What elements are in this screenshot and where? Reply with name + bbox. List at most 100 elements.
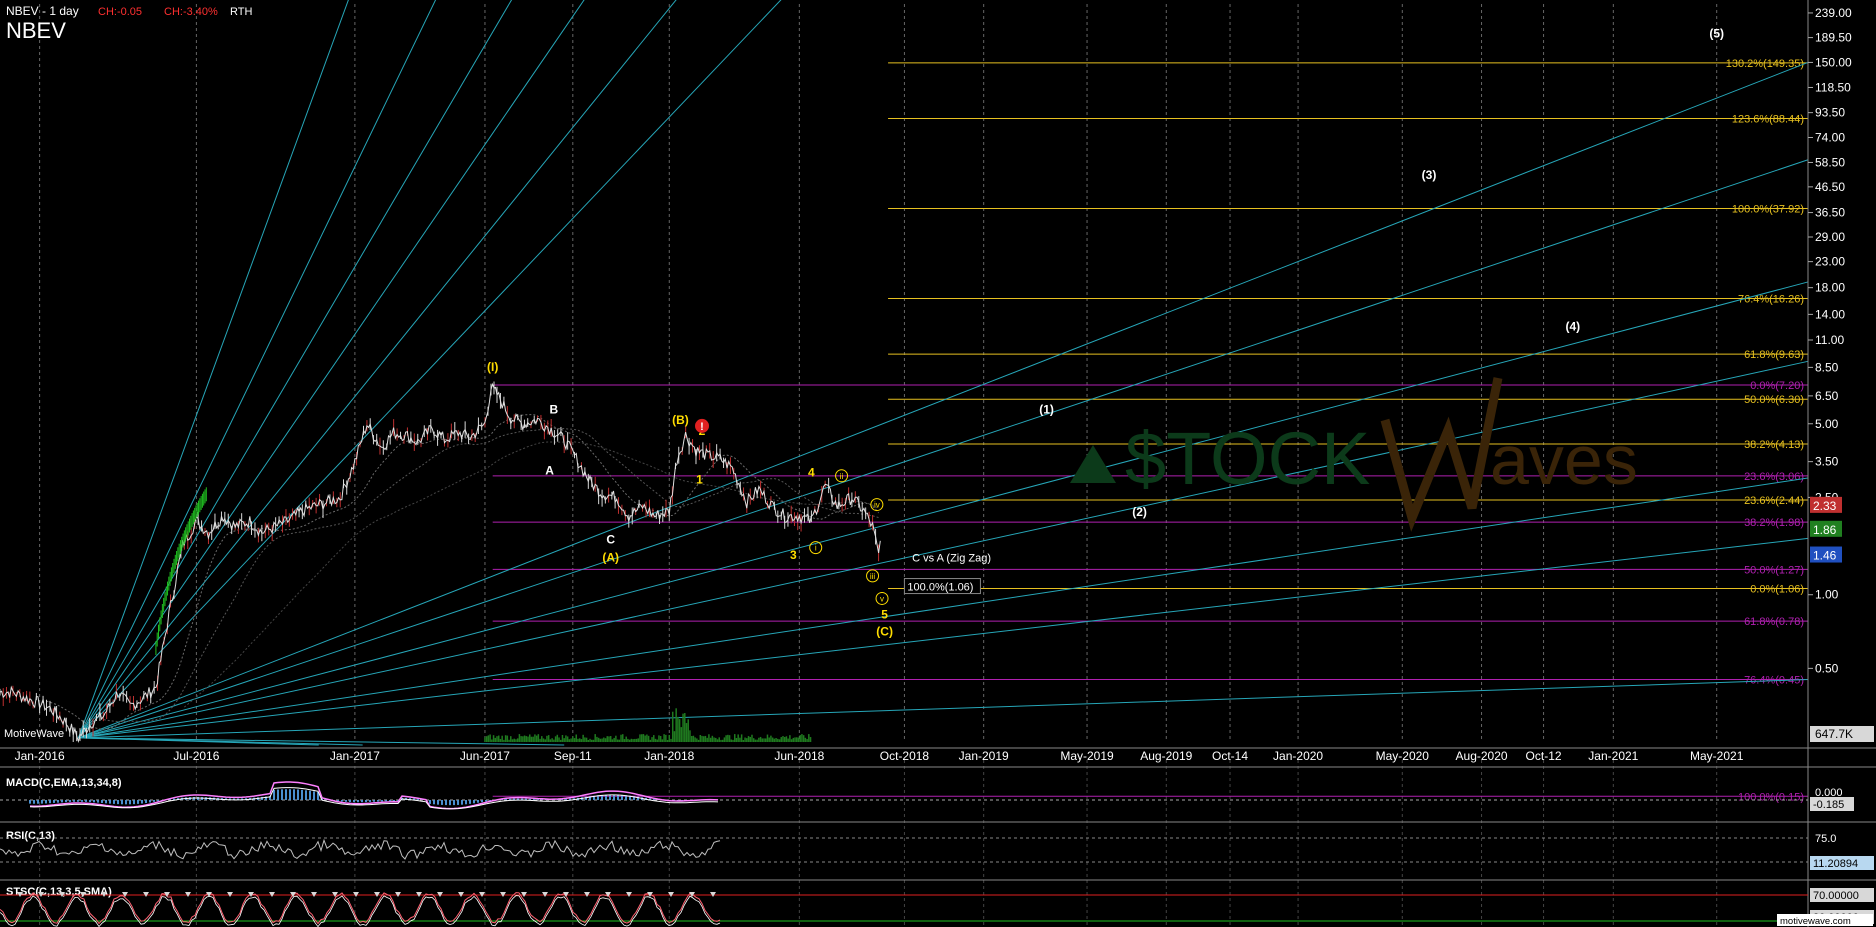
x-tick-label: Oct-2018 xyxy=(880,749,930,763)
y-tick-label: 93.50 xyxy=(1815,106,1845,120)
fan-line xyxy=(77,0,585,739)
grid xyxy=(39,4,1718,927)
symbol-line: NBEV - 1 day xyxy=(6,4,79,18)
volume-tag: 647.7K xyxy=(1815,727,1853,741)
fib-label-magenta: 50.0%(1.27) xyxy=(1744,564,1804,576)
watermark-aves-text: aves xyxy=(1490,421,1638,499)
fan-line xyxy=(77,0,513,739)
y-tick-label: 36.50 xyxy=(1815,206,1845,220)
x-tick-label: Jun-2018 xyxy=(774,749,824,763)
y-tick-label: 5.00 xyxy=(1815,417,1839,431)
y-tick-label: 118.50 xyxy=(1815,80,1851,94)
fib-label-yellow: 76.4%(16.26) xyxy=(1738,293,1804,305)
y-tick-label: 189.50 xyxy=(1815,31,1852,45)
fib-label-magenta: 0.0%(7.20) xyxy=(1750,380,1804,392)
wave-label: (1) xyxy=(1039,403,1054,417)
y-tick-label: 46.50 xyxy=(1815,180,1845,194)
wave-label: (2) xyxy=(1132,505,1147,519)
y-tick-label: 3.50 xyxy=(1815,455,1839,469)
x-tick-label: Jan-2017 xyxy=(330,749,380,763)
wave-label: (B) xyxy=(672,413,689,427)
x-tick-label: May-2020 xyxy=(1376,749,1430,763)
big-symbol: NBEV xyxy=(6,18,66,43)
wave-label: 1 xyxy=(696,472,703,486)
circled-wave-label: iii xyxy=(870,572,876,581)
macd-label: MACD(C,EMA,13,34,8) xyxy=(6,777,122,789)
y-tick-label: 1.00 xyxy=(1815,588,1839,602)
rsi-level: 75.0 xyxy=(1815,833,1836,845)
fib-label-yellow: 23.6%(2.44) xyxy=(1744,495,1804,507)
x-tick-label: Jan-2018 xyxy=(644,749,694,763)
wave-label: (A) xyxy=(602,550,619,564)
fib-label-magenta: 61.8%(0.78) xyxy=(1744,616,1804,628)
fan-line xyxy=(77,0,677,739)
y-tick-label: 150.00 xyxy=(1815,55,1852,69)
fib-label-yellow: 50.0%(6.30) xyxy=(1744,394,1804,406)
fib-box-label: 100.0%(1.06) xyxy=(907,582,973,594)
moving-average xyxy=(99,427,879,723)
fib-label-magenta: 100.0%(0.15) xyxy=(1738,791,1804,803)
price-line xyxy=(0,382,881,744)
annotation-c-vs-a: C vs A (Zig Zag) xyxy=(912,552,991,564)
fan-line xyxy=(78,537,1809,739)
change-abs: CH:-0.05 xyxy=(98,6,142,18)
y-tick-label: 29.00 xyxy=(1815,230,1845,244)
rsi-label: RSI(C,13) xyxy=(6,830,55,842)
wave-label: (3) xyxy=(1422,168,1437,182)
gann-fan xyxy=(77,0,1809,746)
wave-label: 5 xyxy=(881,607,888,621)
x-tick-label: Aug-2019 xyxy=(1140,749,1192,763)
circled-wave-label: v xyxy=(880,594,884,603)
motivewave-brand: MotiveWave xyxy=(4,728,64,740)
x-tick-label: Sep-11 xyxy=(554,749,592,763)
y-tick-label: 239.00 xyxy=(1815,6,1852,20)
fib-label-yellow: 123.6%(88.44) xyxy=(1732,114,1804,126)
macd-value: -0.185 xyxy=(1813,799,1844,811)
y-tick-label: 0.50 xyxy=(1815,661,1839,675)
x-tick-label: May-2021 xyxy=(1690,749,1744,763)
chart-canvas[interactable]: 130.2%(149.35)123.6%(88.44)100.0%(37.92)… xyxy=(0,0,1876,927)
session-label: RTH xyxy=(230,6,252,18)
x-tick-label: May-2019 xyxy=(1060,749,1114,763)
price-tag: 1.86 xyxy=(1813,523,1837,537)
circled-wave-label: ii xyxy=(840,472,844,481)
x-tick-label: Jan-2020 xyxy=(1273,749,1323,763)
wave-label: 3 xyxy=(790,548,797,562)
wave-label: 4 xyxy=(808,465,815,479)
fan-line xyxy=(78,0,782,739)
y-tick-label: 6.50 xyxy=(1815,389,1839,403)
y-tick-label: 11.00 xyxy=(1815,333,1844,347)
circled-wave-label: iv xyxy=(874,501,880,510)
x-tick-label: Jun-2017 xyxy=(460,749,510,763)
x-tick-label: Aug-2020 xyxy=(1456,749,1508,763)
fib-label-yellow: 100.0%(37.92) xyxy=(1732,204,1804,216)
watermark-stock-text: $TOCK xyxy=(1125,417,1370,500)
fib-label-yellow: 61.8%(9.63) xyxy=(1744,349,1804,361)
circled-wave-label: i xyxy=(815,544,817,553)
price-tag: 1.46 xyxy=(1813,549,1837,563)
wave-label: C xyxy=(606,532,615,546)
fib-label-yellow: 38.2%(4.13) xyxy=(1744,439,1804,451)
x-tick-label: Jan-2016 xyxy=(15,749,65,763)
fan-line xyxy=(77,0,437,739)
change-pct: CH:-3.40% xyxy=(164,6,218,18)
fib-label-yellow: 0.0%(1.06) xyxy=(1750,584,1804,596)
fib-label-magenta: 23.6%(3.06) xyxy=(1744,471,1804,483)
y-tick-label: 18.00 xyxy=(1815,281,1845,295)
indicator-panels: MACD(C,EMA,13,34,8)0.000-0.185RSI(C,13) 7… xyxy=(0,766,1876,927)
y-tick-label: 8.50 xyxy=(1815,360,1839,374)
wave-label: (4) xyxy=(1566,320,1581,334)
wave-label: (C) xyxy=(876,625,893,639)
fan-line xyxy=(78,61,1809,739)
volume-bars xyxy=(484,708,812,742)
price-tag: 2.33 xyxy=(1813,499,1837,513)
y-tick-label: 14.00 xyxy=(1815,307,1845,321)
y-tick-label: 58.50 xyxy=(1815,155,1845,169)
watermark-triangle xyxy=(1070,445,1116,483)
motivewave-footer: motivewave.com xyxy=(1780,916,1851,927)
y-tick-label: 74.00 xyxy=(1815,130,1845,144)
x-tick-label: Oct-14 xyxy=(1212,749,1248,763)
fib-label-magenta: 38.2%(1.98) xyxy=(1744,517,1804,529)
wave-label: B xyxy=(550,403,559,417)
alert-mark: ! xyxy=(700,421,704,433)
